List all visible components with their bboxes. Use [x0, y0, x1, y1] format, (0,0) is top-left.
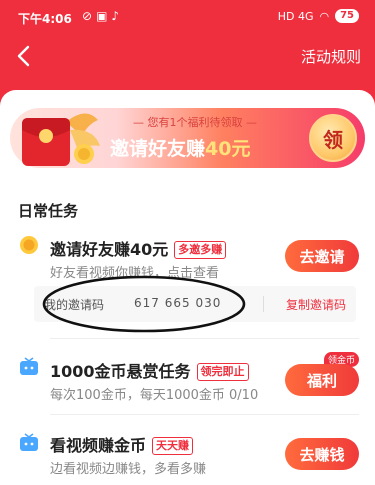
banner-title: 邀请好友赚40元	[110, 138, 251, 160]
rules-link[interactable]: 活动规则	[301, 46, 361, 67]
task-tag: 多邀多赚	[174, 241, 227, 259]
camera-icon: ▣	[96, 9, 112, 23]
divider	[50, 338, 359, 339]
invite-button[interactable]: 去邀请	[285, 240, 359, 272]
task-title: 1000金币悬赏任务 领完即止	[50, 358, 249, 382]
claim-button[interactable]: 领	[309, 114, 357, 162]
task-title: 看视频赚金币 天天赚	[50, 432, 194, 456]
tv-icon	[20, 433, 38, 451]
status-time: 下午4:06	[18, 12, 72, 26]
status-left-icons: ⊘▣♪	[82, 9, 123, 23]
task-title: 邀请好友赚40元 多邀多赚	[50, 236, 227, 260]
task-desc: 好友看视频你赚钱，点击查看	[50, 266, 220, 281]
divider	[50, 414, 359, 415]
welfare-button[interactable]: 福利	[285, 364, 359, 396]
red-envelope-icon	[22, 113, 100, 166]
task-desc: 边看视频边赚钱，多看多赚	[50, 462, 207, 477]
invite-code-value: 617 665 030	[134, 296, 222, 310]
copy-invite-code-button[interactable]: 复制邀请码	[286, 296, 346, 313]
divider	[263, 296, 264, 312]
alarm-off-icon: ⊘	[82, 9, 97, 23]
banner-tag: — 您有1个福利待领取 —	[133, 116, 257, 129]
task-tag: 领完即止	[196, 363, 249, 381]
status-right: HD 4G ◠ 75	[278, 9, 359, 23]
task-desc: 每次100金币，每天1000金币 0/10	[50, 388, 259, 403]
invite-code-label: 我的邀请码	[44, 298, 105, 312]
chevron-left-icon[interactable]	[12, 44, 36, 68]
task-card: — 您有1个福利待领取 — 邀请好友赚40元 领 日常任务 邀请好友赚40元 多邀…	[0, 90, 375, 485]
task-tag: 天天赚	[152, 437, 194, 455]
tv-icon	[20, 357, 38, 375]
social-icon: ♪	[111, 9, 124, 23]
signal-text: HD 4G	[277, 9, 314, 23]
coin-icon	[20, 236, 38, 254]
wifi-icon: ◠	[319, 9, 330, 23]
invite-banner[interactable]: — 您有1个福利待领取 — 邀请好友赚40元 领	[10, 108, 365, 168]
battery-icon: 75	[335, 9, 359, 23]
invite-code-box: 我的邀请码 617 665 030 复制邀请码	[34, 286, 356, 322]
earn-button[interactable]: 去赚钱	[285, 438, 359, 470]
status-bar: 下午4:06 ⊘▣♪ HD 4G ◠ 75	[0, 0, 375, 32]
section-title: 日常任务	[18, 202, 79, 220]
